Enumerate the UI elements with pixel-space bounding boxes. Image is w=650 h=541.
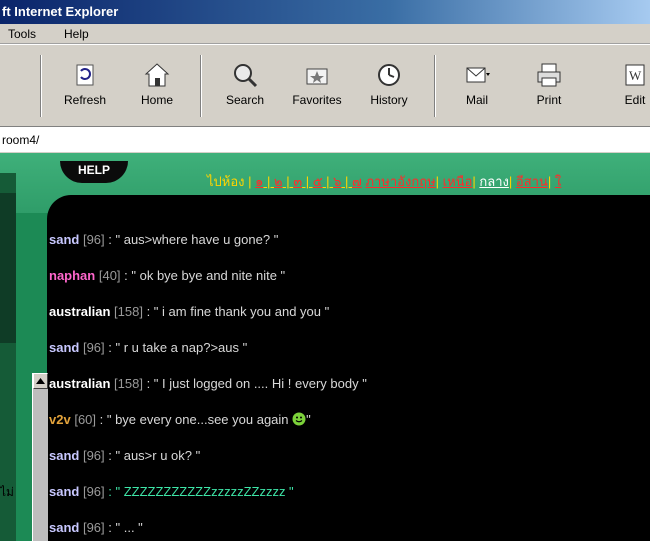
chat-user-name[interactable]: sand: [49, 484, 79, 499]
chat-user-name[interactable]: sand: [49, 232, 79, 247]
search-button[interactable]: Search: [214, 53, 276, 115]
room-link-2[interactable]: ๒: [274, 174, 283, 189]
edit-icon: W: [625, 64, 645, 86]
chat-message: naphan [40] : " ok bye bye and nite nite…: [49, 268, 285, 283]
chat-user-name[interactable]: naphan: [49, 268, 95, 283]
home-button[interactable]: Home: [126, 53, 188, 115]
chat-text: : " bye every one...see you again: [96, 412, 293, 427]
chat-message: sand [96] : " aus>r u ok? ": [49, 448, 200, 463]
mail-icon: [466, 67, 490, 83]
chat-user-name[interactable]: sand: [49, 520, 79, 535]
window-title-bar: ft Internet Explorer: [0, 0, 650, 24]
chat-text: : " aus>r u ok? ": [104, 448, 201, 463]
chat-text: : " i am fine thank you and you ": [142, 304, 330, 319]
search-label: Search: [225, 93, 265, 107]
chat-user-name[interactable]: australian: [49, 304, 110, 319]
refresh-label: Refresh: [63, 93, 107, 107]
chat-user-id: [96]: [82, 448, 105, 463]
window-title: ft Internet Explorer: [2, 4, 119, 19]
chat-message: sand [96] : " ZZZZZZZZZZZzzzzzZZzzzz ": [49, 484, 294, 499]
history-button[interactable]: History: [358, 53, 420, 115]
room-link-3[interactable]: ๓: [293, 174, 302, 189]
stop-label: p: [0, 93, 16, 107]
chat-text: : " ZZZZZZZZZZZzzzzzZZzzzz ": [104, 484, 294, 499]
chat-message: australian [158] : " I just logged on ..…: [49, 376, 367, 391]
chat-text: : " ... ": [104, 520, 143, 535]
favorites-button[interactable]: Favorites: [286, 53, 348, 115]
refresh-button[interactable]: Refresh: [54, 53, 116, 115]
chat-user-name[interactable]: sand: [49, 448, 79, 463]
mail-button[interactable]: Mail: [446, 53, 508, 115]
chat-message: sand [96] : " ... ": [49, 520, 143, 535]
room-link-central[interactable]: กลาง: [479, 174, 509, 189]
home-label: Home: [140, 93, 173, 107]
chat-text: : " r u take a nap?>aus ": [104, 340, 248, 355]
chat-user-id: [158]: [114, 304, 143, 319]
chat-message: sand [96] : " aus>where have u gone? ": [49, 232, 278, 247]
vertical-scrollbar[interactable]: [32, 373, 48, 541]
room-nav: ไปห้อง | ๑ | ๒ | ๓ | ๕ | ๖ | ๗ ภาษาอังกฤ…: [207, 174, 562, 189]
favorites-label: Favorites: [292, 93, 342, 107]
room-link-north[interactable]: เหนือ: [443, 174, 473, 189]
room-link-english[interactable]: ภาษาอังกฤษ: [365, 174, 435, 189]
chat-text: : " I just logged on .... Hi ! every bod…: [142, 376, 367, 391]
chat-message: v2v [60] : " bye every one...see you aga…: [49, 412, 311, 427]
address-bar[interactable]: room4/: [0, 126, 650, 153]
menu-help[interactable]: Help: [64, 24, 89, 44]
chat-message: sand [96] : " r u take a nap?>aus ": [49, 340, 247, 355]
room-link-5[interactable]: ๕: [313, 174, 323, 189]
chat-area: sand [96] : " aus>where have u gone? " n…: [47, 195, 650, 541]
page-content: HELP ไปห้อง | ๑ | ๒ | ๓ | ๕ | ๖ | ๗ ภาษา…: [0, 153, 650, 541]
smiley-icon: [292, 412, 306, 426]
scroll-up-button[interactable]: [33, 373, 48, 389]
print-icon: [537, 63, 561, 87]
room-link-more[interactable]: ใ: [555, 174, 561, 189]
menu-tools[interactable]: Tools: [8, 24, 36, 44]
refresh-icon: [76, 64, 94, 86]
svg-text:W: W: [629, 68, 642, 83]
chat-user-id: [96]: [82, 520, 105, 535]
room-nav-prefix: ไปห้อง: [207, 174, 245, 189]
toolbar: p Refresh Home Search Favorites: [0, 44, 650, 126]
chat-user-id: [158]: [114, 376, 143, 391]
chat-user-id: [60]: [74, 412, 97, 427]
edit-label: Edit: [624, 93, 646, 107]
history-icon: [378, 64, 400, 86]
chat-user-id: [96]: [82, 232, 105, 247]
print-label: Print: [536, 93, 562, 107]
print-button[interactable]: Print: [518, 53, 580, 115]
favorites-icon: [306, 68, 328, 85]
history-label: History: [370, 93, 408, 107]
room-link-7[interactable]: ๗: [352, 174, 362, 189]
search-icon: [234, 64, 258, 88]
address-text: room4/: [2, 133, 40, 147]
room-link-northeast[interactable]: อีสาน: [516, 174, 548, 189]
mail-label: Mail: [465, 93, 488, 107]
chat-user-id: [96]: [82, 484, 105, 499]
chat-text: : " ok bye bye and nite nite ": [120, 268, 286, 283]
chat-message: australian [158] : " i am fine thank you…: [49, 304, 329, 319]
stop-button[interactable]: p: [0, 53, 16, 115]
chat-user-name[interactable]: australian: [49, 376, 110, 391]
menu-bar: Tools Help: [0, 24, 650, 44]
left-frame-text: ไม่: [0, 485, 14, 499]
edit-button[interactable]: W Edit: [604, 53, 650, 115]
home-icon: [144, 63, 170, 87]
chat-user-name[interactable]: sand: [49, 340, 79, 355]
arrow-up-icon: [36, 378, 45, 384]
chat-text: : " aus>where have u gone? ": [104, 232, 279, 247]
chat-user-name[interactable]: v2v: [49, 412, 71, 427]
left-frame-strip: [0, 193, 16, 343]
chat-user-id: [40]: [98, 268, 121, 283]
chat-user-id: [96]: [82, 340, 105, 355]
